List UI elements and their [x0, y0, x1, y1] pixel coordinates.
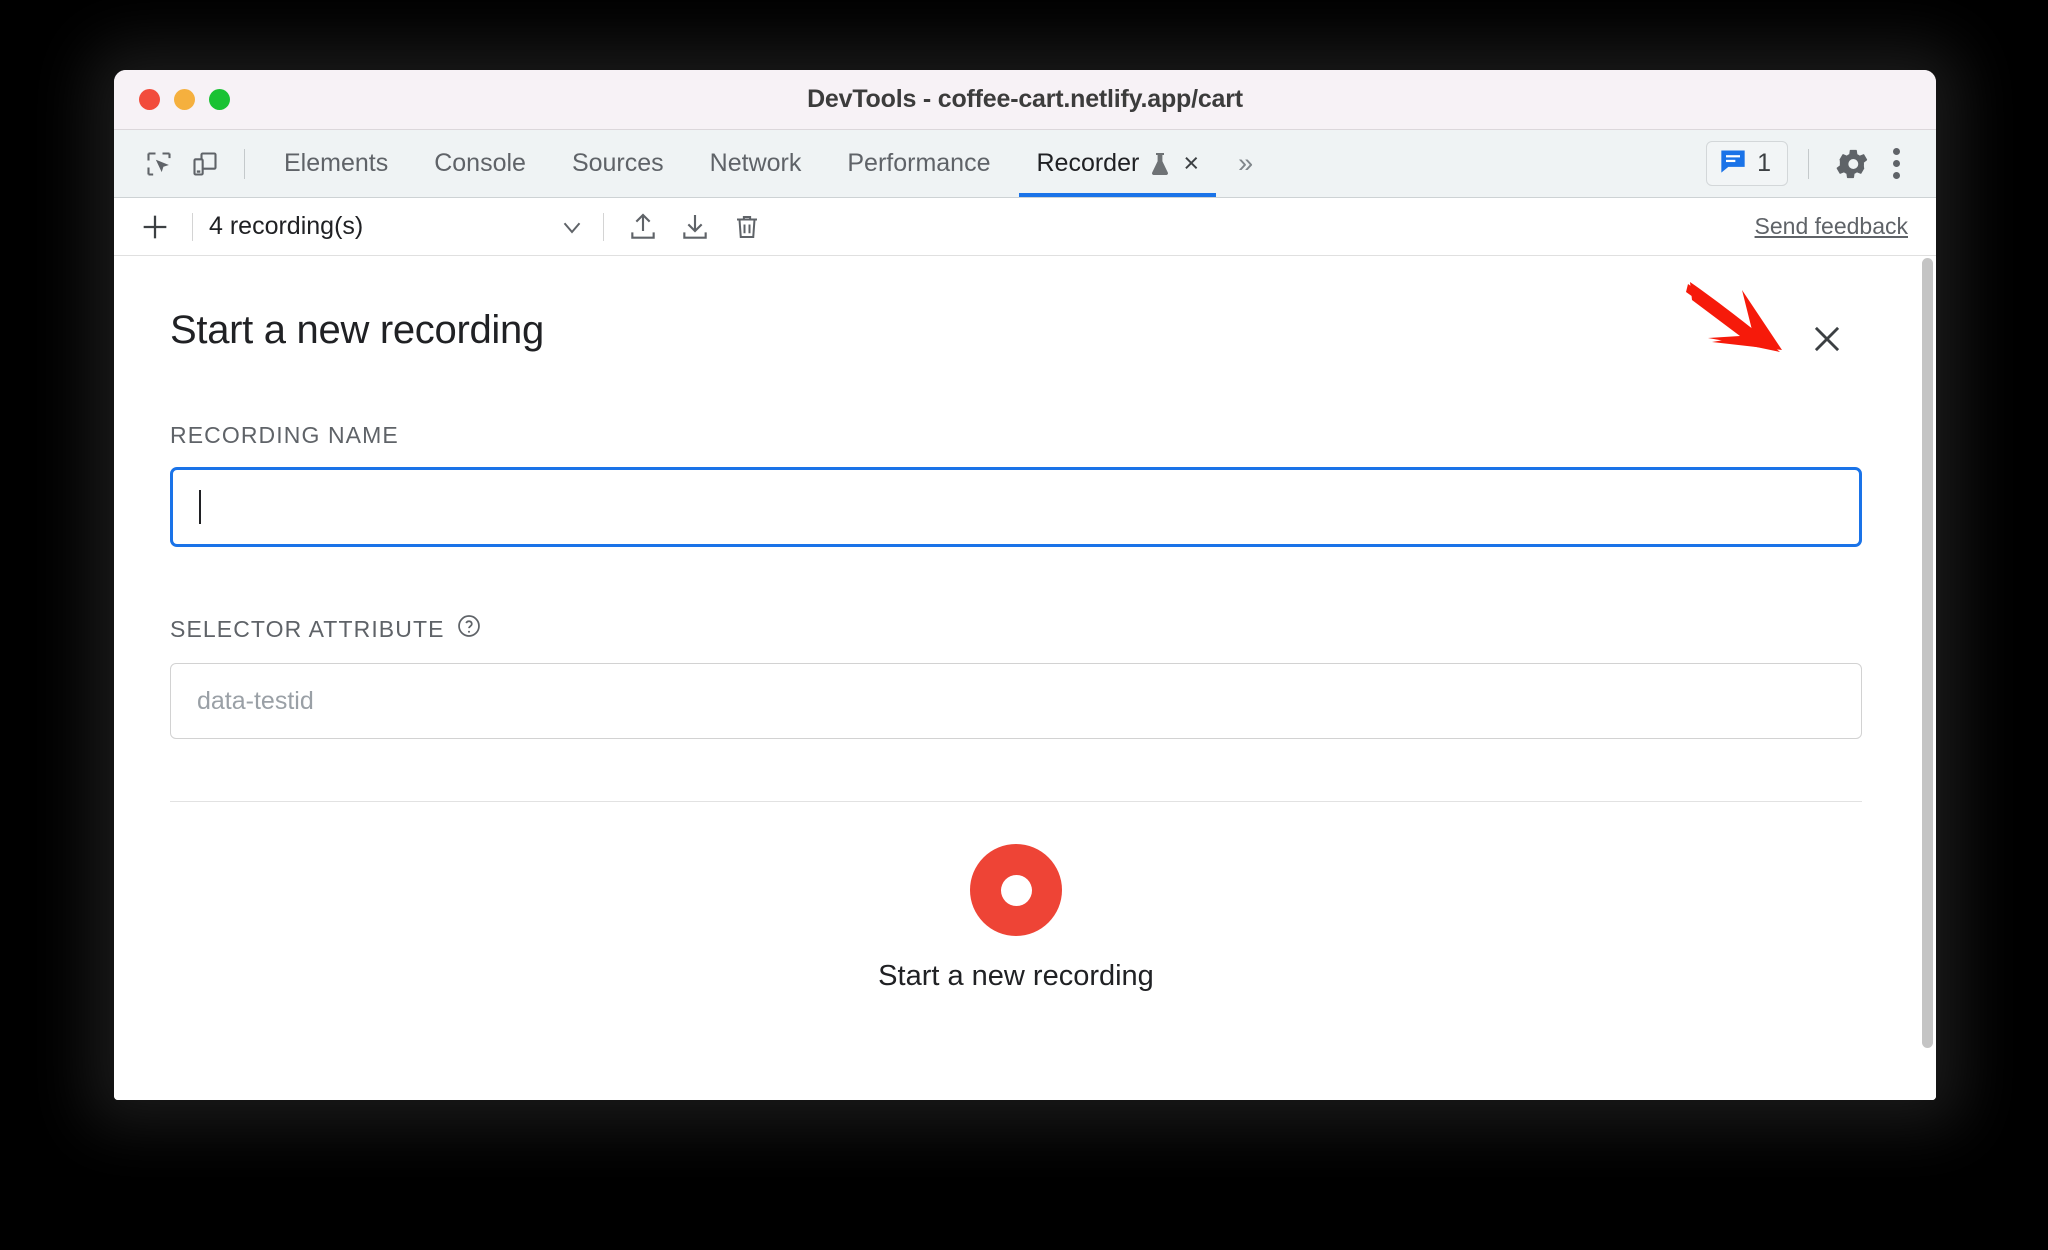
recordings-select-value: 4 recording(s) — [209, 212, 364, 240]
tab-network[interactable]: Network — [687, 130, 825, 197]
tab-console[interactable]: Console — [411, 130, 549, 197]
tab-label: Performance — [847, 149, 991, 177]
chevron-down-icon — [557, 212, 587, 242]
import-recording-icon[interactable] — [620, 204, 666, 250]
page-title: Start a new recording — [170, 308, 544, 352]
selector-attribute-label: SELECTOR ATTRIBUTE — [170, 613, 1862, 645]
window-titlebar: DevTools - coffee-cart.netlify.app/cart — [114, 70, 1936, 130]
record-circle-icon — [970, 844, 1062, 936]
selector-attribute-input[interactable]: data-testid — [170, 663, 1862, 739]
experiment-flask-icon — [1148, 151, 1172, 177]
recorder-toolbar: 4 recording(s) Send feedback — [114, 198, 1936, 256]
selector-attribute-field-group: SELECTOR ATTRIBUTE data-testid — [170, 613, 1862, 739]
tab-performance[interactable]: Performance — [824, 130, 1013, 197]
message-bubble-icon — [1719, 148, 1747, 179]
field-label-text: RECORDING NAME — [170, 422, 399, 448]
device-toolbar-icon[interactable] — [182, 141, 228, 187]
tab-label: Network — [709, 149, 802, 177]
help-circle-icon[interactable] — [456, 613, 482, 645]
screenshot-root: DevTools - coffee-cart.netlify.app/cart — [0, 0, 2048, 1250]
panel-scrollbar-thumb[interactable] — [1922, 258, 1933, 1048]
start-recording-label: Start a new recording — [878, 960, 1154, 992]
window-title: DevTools - coffee-cart.netlify.app/cart — [807, 85, 1243, 113]
recordings-select[interactable]: 4 recording(s) — [209, 212, 587, 242]
devtools-window: DevTools - coffee-cart.netlify.app/cart — [114, 70, 1936, 1100]
field-label-text: SELECTOR ATTRIBUTE — [170, 615, 445, 642]
tabstrip-divider — [244, 148, 245, 179]
delete-recording-icon[interactable] — [724, 204, 770, 250]
gear-icon[interactable] — [1829, 141, 1875, 187]
close-icon[interactable]: × — [1183, 150, 1199, 177]
tabstrip-right-actions: 1 — [1706, 141, 1918, 187]
panel-scrollbar[interactable] — [1920, 256, 1936, 1100]
recording-name-label: RECORDING NAME — [170, 422, 1862, 449]
tab-sources[interactable]: Sources — [549, 130, 687, 197]
tab-recorder[interactable]: Recorder × — [1013, 130, 1222, 197]
devtools-tab-list: Elements Console Sources Network Perform… — [261, 130, 1267, 197]
text-cursor — [199, 490, 201, 524]
close-icon[interactable] — [1800, 312, 1854, 366]
recorder-panel: Start a new recording RECORDING NAME SEL… — [114, 256, 1936, 1100]
selector-attribute-placeholder: data-testid — [197, 686, 314, 715]
start-recording-button[interactable]: Start a new recording — [170, 802, 1862, 993]
export-recording-icon[interactable] — [672, 204, 718, 250]
chevron-double-right-icon[interactable]: » — [1222, 148, 1267, 179]
message-count: 1 — [1757, 149, 1771, 177]
send-feedback-link[interactable]: Send feedback — [1755, 213, 1918, 240]
add-recording-icon[interactable] — [134, 206, 176, 248]
recording-name-input[interactable] — [170, 467, 1862, 547]
tab-label: Console — [434, 149, 526, 177]
inspect-element-icon[interactable] — [136, 141, 182, 187]
tab-label: Sources — [571, 149, 664, 177]
tab-elements[interactable]: Elements — [261, 130, 411, 197]
toolbar-divider-2 — [603, 212, 604, 241]
console-messages-badge[interactable]: 1 — [1706, 141, 1788, 186]
tab-label: Recorder — [1036, 149, 1140, 177]
devtools-tabstrip: Elements Console Sources Network Perform… — [114, 130, 1936, 198]
panel-body: Start a new recording RECORDING NAME SEL… — [114, 256, 1936, 993]
tab-label: Elements — [284, 149, 389, 177]
toolbar-divider — [192, 212, 193, 241]
more-options-icon[interactable] — [1879, 148, 1918, 179]
panel-header: Start a new recording — [170, 256, 1862, 366]
right-actions-divider — [1808, 148, 1809, 179]
recording-name-field-group: RECORDING NAME — [170, 422, 1862, 547]
